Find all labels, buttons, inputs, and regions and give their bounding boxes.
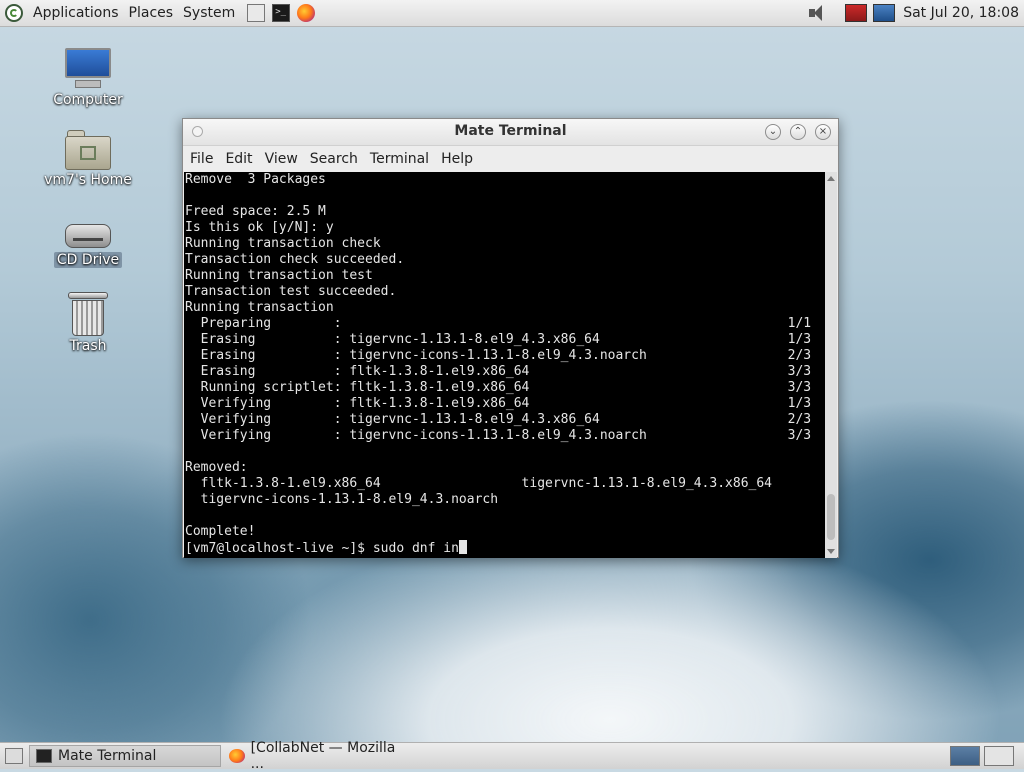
desktop-icon-label: CD Drive bbox=[53, 252, 123, 268]
terminal-line: Transaction test succeeded. bbox=[185, 284, 397, 299]
cd-drive-icon bbox=[65, 216, 111, 250]
file-manager-launcher-icon[interactable] bbox=[247, 4, 266, 22]
taskbar-item-terminal[interactable]: Mate Terminal bbox=[29, 745, 221, 767]
terminal-line: Verifying : fltk-1.3.8-1.el9.x86_64 1/3 bbox=[185, 396, 812, 411]
scroll-down-icon[interactable] bbox=[827, 549, 835, 554]
terminal-menubar: File Edit View Search Terminal Help bbox=[183, 146, 838, 172]
scroll-up-icon[interactable] bbox=[827, 176, 835, 181]
desktop-icon-label: Trash bbox=[69, 338, 107, 354]
terminal-line: Verifying : tigervnc-icons-1.13.1-8.el9_… bbox=[185, 428, 812, 443]
workspace-2[interactable] bbox=[984, 746, 1014, 766]
menu-help[interactable]: Help bbox=[435, 151, 479, 167]
minimize-button[interactable]: ⌄ bbox=[765, 124, 781, 140]
terminal-launcher-icon[interactable]: >_ bbox=[272, 4, 291, 22]
menu-search[interactable]: Search bbox=[304, 151, 364, 167]
terminal-prompt-line: [vm7@localhost-live ~]$ sudo dnf in bbox=[185, 540, 825, 557]
terminal-cursor bbox=[458, 540, 467, 554]
computer-icon bbox=[65, 48, 111, 90]
menu-edit[interactable]: Edit bbox=[219, 151, 258, 167]
network-status-icon[interactable] bbox=[845, 4, 868, 22]
terminal-prompt: [vm7@localhost-live ~]$ sudo dnf in bbox=[185, 541, 459, 556]
terminal-line: fltk-1.3.8-1.el9.x86_64 tigervnc-1.13.1-… bbox=[185, 476, 772, 491]
workspace-switcher bbox=[946, 746, 1014, 766]
maximize-button[interactable]: ⌃ bbox=[790, 124, 806, 140]
terminal-line: Running transaction check bbox=[185, 236, 381, 251]
terminal-line: Erasing : tigervnc-icons-1.13.1-8.el9_4.… bbox=[185, 348, 812, 363]
desktop-icon-home[interactable]: vm7's Home bbox=[38, 130, 138, 188]
window-title: Mate Terminal bbox=[454, 123, 567, 139]
home-folder-icon bbox=[65, 130, 111, 170]
terminal-line: Verifying : tigervnc-1.13.1-8.el9_4.3.x8… bbox=[185, 412, 812, 427]
menu-system[interactable]: System bbox=[178, 5, 240, 21]
desktop-icon-label: vm7's Home bbox=[44, 172, 132, 188]
terminal-output[interactable]: Remove 3 Packages Freed space: 2.5 M Is t… bbox=[184, 172, 825, 558]
menu-terminal[interactable]: Terminal bbox=[364, 151, 435, 167]
taskbar-item-label: Mate Terminal bbox=[58, 748, 157, 764]
bottom-panel: Mate Terminal [CollabNet — Mozilla ... bbox=[0, 740, 1024, 772]
menu-applications[interactable]: Applications bbox=[28, 5, 124, 21]
desktop-icon-trash[interactable]: Trash bbox=[38, 292, 138, 354]
terminal-line: Complete! bbox=[185, 524, 256, 539]
terminal-line: Preparing : 1/1 bbox=[185, 316, 812, 331]
mate-logo-icon[interactable] bbox=[5, 4, 23, 22]
terminal-line: Removed: bbox=[185, 460, 248, 475]
terminal-line: Erasing : fltk-1.3.8-1.el9.x86_64 3/3 bbox=[185, 364, 812, 379]
trash-icon bbox=[68, 292, 108, 336]
terminal-line: Running transaction bbox=[185, 300, 334, 315]
menu-file[interactable]: File bbox=[184, 151, 219, 167]
terminal-icon bbox=[36, 749, 52, 763]
terminal-line: Transaction check succeeded. bbox=[185, 252, 405, 267]
terminal-line: Running transaction test bbox=[185, 268, 373, 283]
firefox-icon bbox=[229, 749, 245, 763]
terminal-line: Is this ok [y/N]: y bbox=[185, 220, 334, 235]
taskbar-item-firefox[interactable]: [CollabNet — Mozilla ... bbox=[223, 740, 415, 772]
menu-view[interactable]: View bbox=[259, 151, 304, 167]
desktop-icon-cd-drive[interactable]: CD Drive bbox=[38, 216, 138, 268]
firefox-launcher-icon[interactable] bbox=[297, 4, 316, 22]
volume-icon[interactable] bbox=[807, 5, 827, 21]
close-button[interactable]: × bbox=[815, 124, 831, 140]
terminal-line: Erasing : tigervnc-1.13.1-8.el9_4.3.x86_… bbox=[185, 332, 812, 347]
terminal-line: tigervnc-icons-1.13.1-8.el9_4.3.noarch bbox=[185, 492, 499, 507]
terminal-scrollbar[interactable] bbox=[825, 172, 837, 558]
scrollbar-thumb[interactable] bbox=[827, 494, 835, 540]
menu-places[interactable]: Places bbox=[124, 5, 179, 21]
top-panel: Applications Places System >_ Sat Jul 20… bbox=[0, 0, 1024, 27]
terminal-line: Remove 3 Packages bbox=[185, 172, 326, 187]
desktop-icon-label: Computer bbox=[53, 92, 123, 108]
title-bar[interactable]: Mate Terminal ⌄ ⌃ × bbox=[183, 119, 838, 146]
taskbar-item-label: [CollabNet — Mozilla ... bbox=[250, 740, 396, 772]
network-manager-icon[interactable] bbox=[873, 4, 896, 22]
clock[interactable]: Sat Jul 20, 18:08 bbox=[903, 5, 1019, 21]
terminal-window: Mate Terminal ⌄ ⌃ × File Edit View Searc… bbox=[182, 118, 839, 558]
desktop-icon-computer[interactable]: Computer bbox=[38, 48, 138, 108]
terminal-line: Freed space: 2.5 M bbox=[185, 204, 326, 219]
show-desktop-icon[interactable] bbox=[5, 748, 23, 764]
workspace-1[interactable] bbox=[950, 746, 980, 766]
terminal-line: Running scriptlet: fltk-1.3.8-1.el9.x86_… bbox=[185, 380, 812, 395]
